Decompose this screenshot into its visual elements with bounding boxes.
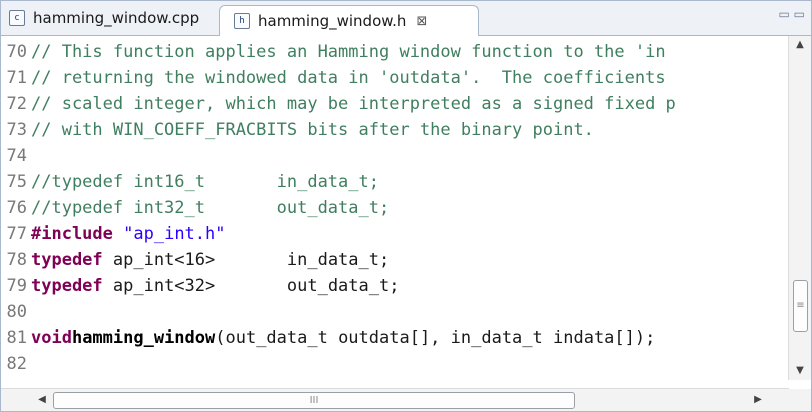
line-number: 76 [6,198,27,218]
code-line[interactable]: 79 typedef ap_int<32> out_data_t; [1,273,400,299]
keyword: typedef [31,276,103,296]
tab-label: hamming_window.h [258,12,407,30]
line-number: 70 [6,42,27,62]
code-line[interactable]: 78 typedef ap_int<16> in_data_t; [1,247,390,273]
code-line[interactable]: 80 [1,299,31,325]
code-text: typedef ap_int<32> out_data_t; [31,276,399,296]
tab-label: hamming_window.cpp [33,9,200,27]
comment: //typedef int32_t out_data_t; [31,198,390,218]
code-line[interactable]: 73// with WIN_COEFF_FRACBITS bits after … [1,117,594,143]
string-literal: "ap_int.h" [123,224,226,244]
line-number: 79 [6,276,27,296]
line-number: 82 [6,354,27,374]
line-number: 83 [1,377,31,380]
code-text: typedef ap_int<16> in_data_t; [31,250,389,270]
horizontal-scrollbar[interactable]: ◀ III ▶ [1,388,789,411]
line-number: 74 [6,146,27,166]
code-line[interactable]: 77 #include "ap_int.h" [1,221,226,247]
code-text: // with WIN_COEFF_FRACBITS bits after th… [31,120,594,140]
code-text: // This function applies an Hamming wind… [31,42,666,62]
cpp-file-icon: c [9,10,25,26]
keyword: typedef [31,250,103,270]
comment: // returning the windowed data in 'outda… [31,68,666,88]
vertical-scrollbar[interactable]: ▲ ≡ ▼ [788,36,811,380]
code-text: #include "ap_int.h" [31,224,226,244]
line-number: 77 [6,224,27,244]
line-number: 71 [6,68,27,88]
comment: //typedef int16_t in_data_t; [31,172,379,192]
code-line[interactable]: 75//typedef int16_t in_data_t; [1,169,379,195]
tab-hamming-window-cpp[interactable]: c hamming_window.cpp [9,3,199,33]
code-text: // scaled integer, which may be interpre… [31,94,676,114]
close-tab-icon[interactable]: ⊠ [416,14,427,29]
line-number: 80 [6,302,27,322]
code-text: // returning the windowed data in 'outda… [31,68,666,88]
keyword: #include [31,224,113,244]
code-text: //typedef int16_t in_data_t; [31,172,379,192]
editor-window: c hamming_window.cpp h hamming_window.h … [0,0,812,412]
tab-hamming-window-h[interactable]: h hamming_window.h ⊠ [219,5,479,36]
scroll-left-icon[interactable]: ◀ [33,389,51,411]
scrollbar-corner [789,389,811,411]
window-controls: ▭ ▭ [778,7,805,21]
horizontal-scroll-thumb[interactable]: III [53,392,575,409]
code-text: //typedef int32_t out_data_t; [31,198,389,218]
code-segment: ap_int<32> out_data_t; [102,276,400,296]
code-line[interactable]: 72// scaled integer, which may be interp… [1,91,676,117]
comment: // This function applies an Hamming wind… [31,42,666,62]
scroll-down-icon[interactable]: ▼ [789,362,811,380]
minimize-icon[interactable]: ▭ [778,7,789,21]
comment: // with WIN_COEFF_FRACBITS bits after th… [31,120,594,140]
code-line[interactable]: 83#endif // HAMMING_WINDOW_H not defined [1,377,430,380]
code-line[interactable]: 82 [1,351,31,377]
code-line[interactable]: 70// This function applies an Hamming wi… [1,39,666,65]
code-editor[interactable]: 70// This function applies an Hamming wi… [1,36,787,380]
function-name: hamming_window [71,328,216,348]
code-text: voidhamming_window(out_data_t outdata[],… [31,328,655,348]
code-line[interactable]: 74 [1,143,31,169]
scroll-right-icon[interactable]: ▶ [749,389,767,411]
line-number: 72 [6,94,27,114]
header-file-icon: h [234,13,250,29]
comment: // scaled integer, which may be interpre… [31,94,676,114]
scroll-up-icon[interactable]: ▲ [789,36,811,54]
line-number: 73 [6,120,27,140]
keyword: void [31,328,72,348]
maximize-icon[interactable]: ▭ [794,7,805,21]
code-line[interactable]: 71// returning the windowed data in 'out… [1,65,666,91]
tab-bar: c hamming_window.cpp h hamming_window.h … [1,1,811,36]
vertical-scroll-thumb[interactable]: ≡ [793,280,808,332]
code-line[interactable]: 76//typedef int32_t out_data_t; [1,195,390,221]
line-number: 81 [6,328,27,348]
code-line[interactable]: 81 voidhamming_window(out_data_t outdata[… [1,325,656,351]
line-number: 78 [6,250,27,270]
line-number: 75 [6,172,27,192]
code-segment: (out_data_t outdata[], in_data_t indata[… [215,328,656,348]
code-segment: ap_int<16> in_data_t; [102,250,390,270]
